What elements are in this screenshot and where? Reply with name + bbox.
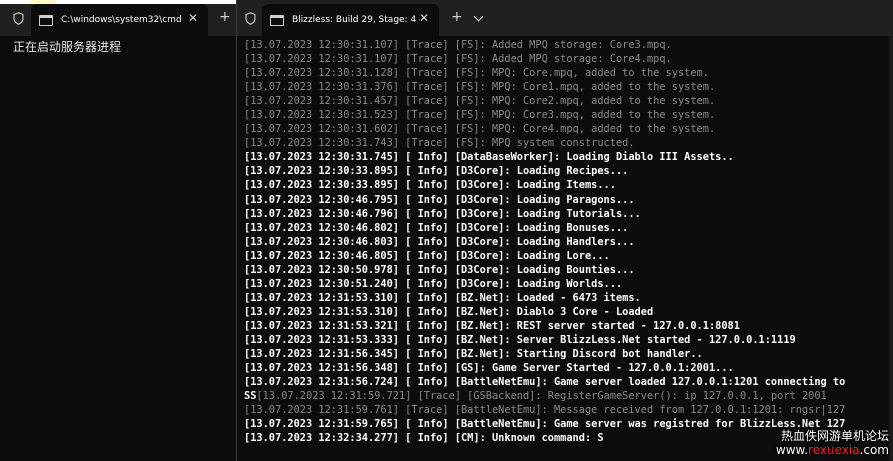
new-tab-button[interactable]: + bbox=[219, 9, 231, 25]
left-tab-bar: C:\windows\system32\cmd.exe ✕ + bbox=[0, 0, 236, 36]
right-tab-bar: Blizzless: Build 29, Stage: 4 - B ✕ + bbox=[237, 0, 893, 36]
log-line: [13.07.2023 12:30:31.457] [Trace] [FS]: … bbox=[244, 95, 716, 108]
log-line: [13.07.2023 12:30:31.602] [Trace] [FS]: … bbox=[244, 123, 716, 136]
terminal-icon bbox=[39, 14, 53, 26]
log-line: [13.07.2023 12:30:33.895] [ Info] [D3Cor… bbox=[244, 165, 629, 178]
watermark: 热血佚网游单机论坛 www.rexuexia.com bbox=[776, 429, 889, 457]
log-line: [13.07.2023 12:30:51.240] [ Info] [D3Cor… bbox=[244, 277, 623, 290]
log-line: [13.07.2023 12:31:53.321] [ Info] [BZ.Ne… bbox=[244, 319, 740, 332]
log-line: [13.07.2023 12:30:46.795] [ Info] [D3Cor… bbox=[244, 193, 635, 206]
log-line: [13.07.2023 12:30:46.796] [ Info] [D3Cor… bbox=[244, 207, 641, 220]
tab-title: C:\windows\system32\cmd.exe bbox=[61, 15, 181, 25]
log-line: [13.07.2023 12:30:50.978] [ Info] [D3Cor… bbox=[244, 263, 635, 276]
log-line: [13.07.2023 12:31:56.348] [ Info] [GS]: … bbox=[244, 362, 734, 375]
close-icon[interactable]: ✕ bbox=[188, 11, 198, 25]
log-line: [13.07.2023 12:30:31.107] [Trace] [FS]: … bbox=[244, 39, 672, 51]
new-tab-button[interactable]: + bbox=[451, 9, 463, 25]
left-terminal-window: C:\windows\system32\cmd.exe ✕ + 正在启动服务器进… bbox=[0, 0, 236, 461]
log-line: [13.07.2023 12:30:46.802] [ Info] [D3Cor… bbox=[244, 221, 629, 234]
close-icon[interactable]: ✕ bbox=[419, 11, 429, 25]
log-line: [13.07.2023 12:30:46.805] [ Info] [D3Cor… bbox=[244, 249, 610, 262]
watermark-url: www.rexuexia.com bbox=[775, 443, 889, 457]
log-line: [13.07.2023 12:30:33.895] [ Info] [D3Cor… bbox=[244, 179, 616, 192]
right-terminal-window: Blizzless: Build 29, Stage: 4 - B ✕ + [1… bbox=[237, 0, 893, 461]
log-line: [13.07.2023 12:30:31.376] [Trace] [FS]: … bbox=[244, 81, 716, 94]
terminal-log: [13.07.2023 12:30:31.107] [Trace] [FS]: … bbox=[244, 38, 893, 445]
terminal-icon bbox=[270, 14, 284, 26]
tab-title: Blizzless: Build 29, Stage: 4 - B bbox=[292, 15, 420, 25]
log-line: [13.07.2023 12:30:31.745] [ Info] [DataB… bbox=[244, 151, 734, 164]
log-line: [13.07.2023 12:30:31.107] [Trace] [FS]: … bbox=[244, 53, 672, 66]
log-line: [13.07.2023 12:31:53.333] [ Info] [BZ.Ne… bbox=[244, 333, 796, 346]
log-line: [13.07.2023 12:31:53.310] [ Info] [BZ.Ne… bbox=[244, 291, 641, 304]
log-line: [13.07.2023 12:30:46.803] [ Info] [D3Cor… bbox=[244, 235, 635, 248]
tab-blizzless[interactable]: Blizzless: Build 29, Stage: 4 - B ✕ bbox=[262, 4, 439, 36]
log-line: [13.07.2023 12:30:31.523] [Trace] [FS]: … bbox=[244, 109, 716, 122]
shield-icon[interactable] bbox=[245, 12, 256, 25]
log-line: [13.07.2023 12:31:59.761] [Trace] [Battl… bbox=[244, 404, 846, 417]
log-line: SS[13.07.2023 12:31:59.721] [Trace] [GSB… bbox=[244, 390, 827, 403]
log-line: [13.07.2023 12:30:31.128] [Trace] [FS]: … bbox=[244, 67, 709, 80]
tab-cmd[interactable]: C:\windows\system32\cmd.exe ✕ bbox=[31, 4, 208, 36]
log-line: [13.07.2023 12:31:56.345] [ Info] [BZ.Ne… bbox=[244, 348, 703, 361]
chevron-down-icon[interactable] bbox=[473, 11, 484, 22]
log-line: [13.07.2023 12:31:53.310] [ Info] [BZ.Ne… bbox=[244, 305, 654, 318]
scrollbar[interactable] bbox=[889, 36, 893, 461]
watermark-title: 热血佚网游单机论坛 bbox=[780, 429, 889, 443]
log-line: [13.07.2023 12:30:31.743] [Trace] [FS]: … bbox=[244, 137, 635, 150]
terminal-output: 正在启动服务器进程 bbox=[13, 40, 122, 54]
log-line: [13.07.2023 12:31:56.724] [ Info] [Battl… bbox=[244, 376, 846, 389]
shield-icon[interactable] bbox=[13, 12, 24, 25]
